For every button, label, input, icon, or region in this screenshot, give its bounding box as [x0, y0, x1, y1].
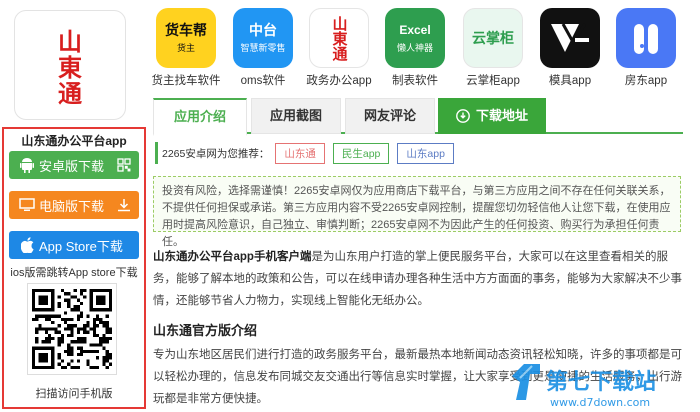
cloud-manager-app-link[interactable]: 云掌柜云掌柜app	[458, 8, 528, 88]
qrcode-icon	[113, 158, 135, 172]
android-icon	[15, 157, 39, 173]
excel-app-icon: Excel 懒人神器	[385, 8, 445, 68]
oms-app-icon: 中台 智慧新零售	[233, 8, 293, 68]
app-name: 政务办公app	[306, 75, 372, 87]
excel-app-link[interactable]: Excel 懒人神器制表软件	[380, 8, 450, 88]
app-name: oms软件	[240, 75, 286, 87]
gov-office-app-link[interactable]: 山東通政务办公app	[304, 8, 374, 88]
truck-app-link[interactable]: 货车帮 货主货主找车软件	[151, 8, 221, 88]
tab-comments[interactable]: 网友评论	[345, 98, 435, 134]
oms-app-link[interactable]: 中台 智慧新零售 oms软件	[228, 8, 298, 88]
mold-app-link[interactable]: 模具app	[535, 8, 605, 88]
app-icon: 山 東 通	[14, 10, 126, 120]
app-name: 货主找车软件	[151, 75, 221, 87]
ios-download-label: App Store下载	[39, 238, 123, 254]
recommend-label: 2265安卓网为您推荐：	[162, 147, 270, 160]
intro-lead: 山东通办公平台app手机客户端	[153, 251, 312, 263]
android-download-button[interactable]: 安卓版下载	[9, 151, 139, 179]
recommend-bar: 2265安卓网为您推荐： 山东通 民生app 山东app	[155, 142, 462, 164]
app-name: 模具app	[548, 75, 592, 87]
svg-text:山: 山	[58, 27, 82, 56]
svg-text:東: 東	[58, 53, 82, 82]
risk-disclaimer: 投资有风险，选择需谨慎！2265安卓网仅为应用商店下载平台，与第三方应用之间不存…	[153, 176, 681, 248]
watermark-url: www.d7down.com	[550, 396, 650, 409]
tab-app-intro[interactable]: 应用介绍	[153, 98, 247, 136]
shandongtong-logo: 山 東 通	[27, 20, 113, 110]
app-name: 云掌柜app	[466, 75, 520, 87]
svg-text:通: 通	[58, 79, 82, 108]
cloud-manager-app-icon: 云掌柜	[463, 8, 523, 68]
download-circle-icon	[456, 109, 470, 123]
download-tab-label: 下载地址	[475, 108, 528, 123]
android-download-label: 安卓版下载	[39, 158, 105, 174]
content-tabs: 应用介绍 应用截图 网友评论 下载地址	[153, 98, 683, 136]
panel-title: 山东通办公平台app	[21, 134, 127, 148]
landlord-app-icon	[616, 8, 676, 68]
recommend-tag[interactable]: 山东通	[275, 142, 325, 164]
monitor-icon	[15, 198, 39, 212]
site-watermark: 第七下载站 www.d7down.com	[510, 360, 700, 412]
recommend-tag[interactable]: 民生app	[332, 142, 390, 164]
section-heading: 山东通官方版介绍	[153, 323, 258, 338]
recommend-tag[interactable]: 山东app	[397, 142, 454, 164]
pc-download-label: 电脑版下载	[39, 198, 105, 214]
qr-caption: 扫描访问手机版	[35, 388, 113, 400]
download-panel: 山东通办公平台app 安卓版下载 电脑版下载 App Store下载 ios版需…	[2, 127, 146, 409]
truck-app-icon: 货车帮 货主	[156, 8, 216, 68]
apple-icon	[15, 237, 39, 253]
gov-office-app-icon: 山東通	[309, 8, 369, 68]
intro-paragraph: 山东通办公平台app手机客户端是为山东用户打造的掌上便民服务平台，大家可以在这里…	[153, 246, 683, 312]
tab-screenshots[interactable]: 应用截图	[251, 98, 341, 134]
qrcode-image	[27, 283, 117, 375]
app-name: 制表软件	[392, 75, 438, 87]
app-name: 房东app	[624, 75, 668, 87]
mold-app-icon	[540, 8, 600, 68]
ios-note: ios版需跳转App store下载	[10, 267, 138, 279]
landlord-app-link[interactable]: 房东app	[611, 8, 681, 88]
tab-download-address[interactable]: 下载地址	[438, 98, 546, 134]
watermark-brand: 第七下载站	[546, 369, 656, 395]
pc-download-button[interactable]: 电脑版下载	[9, 191, 139, 219]
ios-download-button[interactable]: App Store下载	[9, 231, 139, 259]
download-arrow-icon	[113, 198, 135, 212]
